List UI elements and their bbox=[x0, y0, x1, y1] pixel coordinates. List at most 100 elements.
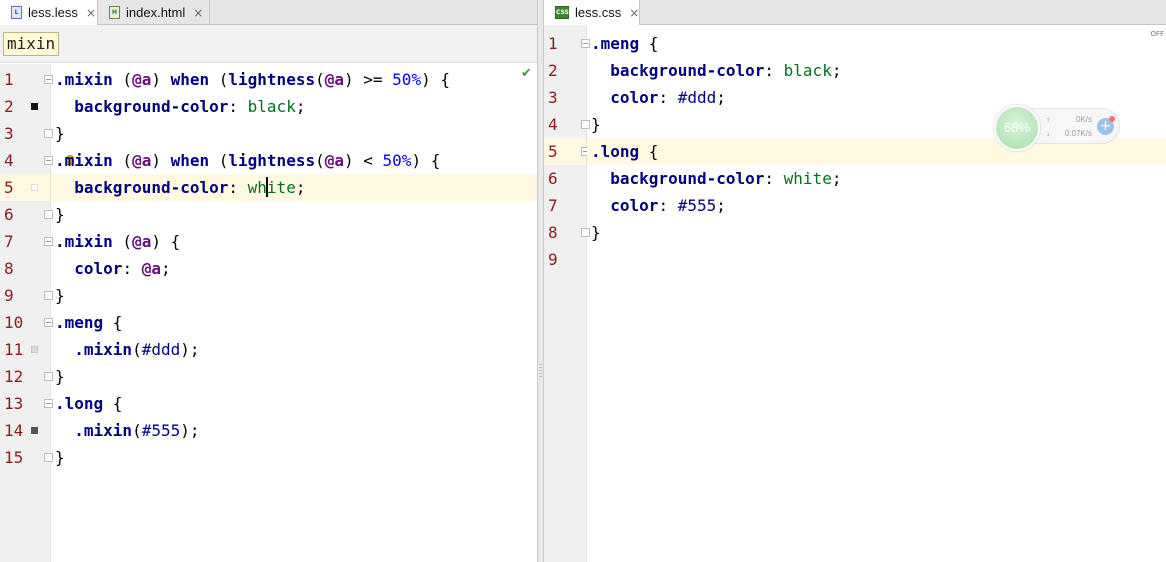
gutter-line[interactable]: 6 bbox=[0, 201, 53, 228]
code-line[interactable]: .mixin (@a) when (lightness(@a) < 50%) { bbox=[51, 147, 537, 174]
gutter-line[interactable]: 9 bbox=[544, 246, 586, 273]
code-line[interactable]: } bbox=[51, 201, 537, 228]
code-text[interactable]: .long { bbox=[591, 138, 658, 165]
code-line[interactable]: .mixin(#555); bbox=[51, 417, 537, 444]
code-line[interactable]: .mixin(#ddd); bbox=[51, 336, 537, 363]
breadcrumb-item-mixin[interactable]: mixin bbox=[3, 32, 60, 56]
gutter-line[interactable]: 12 bbox=[0, 363, 53, 390]
code-line[interactable]: .meng { bbox=[587, 30, 1166, 57]
gutter-line[interactable]: 1 bbox=[544, 30, 590, 57]
gutter-line[interactable]: 8 bbox=[544, 219, 590, 246]
code-line[interactable]: background-color: white; bbox=[587, 165, 1166, 192]
code-text[interactable]: } bbox=[55, 363, 65, 390]
gutter-line[interactable]: 5 bbox=[544, 138, 590, 165]
code-text[interactable]: background-color: white; bbox=[591, 165, 841, 192]
gutter-line[interactable]: 2 bbox=[0, 93, 50, 120]
gutter-line[interactable]: 13 bbox=[0, 390, 53, 417]
code-line[interactable]: .mixin (@a) when (lightness(@a) >= 50%) … bbox=[51, 66, 537, 93]
code-text[interactable]: .meng { bbox=[55, 309, 122, 336]
code-area[interactable]: .mixin (@a) when (lightness(@a) >= 50%) … bbox=[51, 64, 537, 562]
code-text[interactable]: color: #ddd; bbox=[591, 84, 726, 111]
close-icon[interactable]: × bbox=[86, 6, 96, 20]
gutter-line[interactable]: 4 bbox=[544, 111, 590, 138]
line-number-gutter[interactable]: 1 2 3 4 5 6 7 8 9 bbox=[544, 25, 590, 562]
code-text[interactable]: background-color: white; bbox=[55, 174, 305, 201]
line-number-gutter[interactable]: 1 2 3 4 5 6 7 8 9 10 11 12 13 14 15 bbox=[0, 64, 74, 562]
code-text[interactable]: .mixin (@a) when (lightness(@a) < 50%) { bbox=[55, 147, 440, 174]
line-number: 7 bbox=[4, 232, 14, 251]
code-token: background-color bbox=[610, 169, 765, 188]
tab-index-html[interactable]: H index.html × bbox=[98, 0, 210, 25]
off-label[interactable]: OFF bbox=[1150, 30, 1164, 38]
gutter-line[interactable]: 5 bbox=[0, 174, 50, 201]
code-token: ; bbox=[295, 178, 306, 197]
inspection-ok-icon[interactable]: ✔ bbox=[521, 66, 532, 81]
code-token: ) { bbox=[421, 70, 450, 89]
tab-less-css[interactable]: CSS less.css × bbox=[544, 0, 640, 25]
change-marker-icon[interactable] bbox=[31, 103, 38, 110]
code-line[interactable]: background-color: white; bbox=[51, 174, 537, 201]
code-text[interactable]: color: @a; bbox=[55, 255, 170, 282]
gutter-line[interactable]: 3 bbox=[544, 84, 586, 111]
gutter-line[interactable]: 10 bbox=[0, 309, 53, 336]
gutter-line[interactable]: 6 bbox=[544, 165, 586, 192]
code-text[interactable]: } bbox=[591, 111, 601, 138]
code-line[interactable]: } bbox=[51, 444, 537, 471]
notification-dot-icon bbox=[1109, 116, 1115, 122]
code-text[interactable]: background-color: black; bbox=[591, 57, 841, 84]
gutter-line[interactable]: 7 bbox=[544, 192, 586, 219]
code-line[interactable]: background-color: black; bbox=[587, 57, 1166, 84]
close-icon[interactable]: × bbox=[193, 6, 203, 20]
code-text[interactable]: color: #555; bbox=[591, 192, 726, 219]
code-line[interactable]: } bbox=[51, 363, 537, 390]
code-token: ( bbox=[209, 70, 229, 89]
code-line[interactable]: .long { bbox=[51, 390, 537, 417]
tab-less-less[interactable]: L less.less × bbox=[0, 0, 98, 25]
code-text[interactable]: .long { bbox=[55, 390, 122, 417]
code-line[interactable]: } bbox=[51, 282, 537, 309]
code-text[interactable]: .meng { bbox=[591, 30, 658, 57]
code-text[interactable]: } bbox=[591, 219, 601, 246]
code-text[interactable]: .mixin (@a) { bbox=[55, 228, 180, 255]
code-token: .mixin bbox=[55, 151, 113, 170]
code-line[interactable]: .meng { bbox=[51, 309, 537, 336]
network-speed-widget[interactable]: ↑ 0K/s ↓ 0.07K/s 68% + bbox=[994, 105, 1120, 151]
code-line[interactable]: background-color: black; bbox=[51, 93, 537, 120]
change-marker-icon[interactable] bbox=[31, 346, 38, 353]
code-line[interactable] bbox=[587, 246, 1166, 273]
splitter-grip-icon[interactable] bbox=[539, 364, 542, 378]
close-icon[interactable]: × bbox=[629, 6, 639, 20]
gutter-line[interactable]: 11 bbox=[0, 336, 50, 363]
gutter-line[interactable]: 8 bbox=[0, 255, 50, 282]
gutter-line[interactable]: 3 bbox=[0, 120, 53, 147]
code-text[interactable]: } bbox=[55, 120, 65, 147]
gutter-line[interactable]: 4 bbox=[0, 147, 74, 174]
editor-splitter[interactable] bbox=[537, 0, 544, 562]
code-line[interactable]: } bbox=[587, 219, 1166, 246]
code-text[interactable]: .mixin (@a) when (lightness(@a) >= 50%) … bbox=[55, 66, 450, 93]
code-text[interactable]: .mixin(#ddd); bbox=[55, 336, 199, 363]
gutter-line[interactable]: 9 bbox=[0, 282, 53, 309]
gutter-line[interactable]: 14 bbox=[0, 417, 50, 444]
code-token: background-color bbox=[74, 178, 229, 197]
code-text[interactable]: } bbox=[55, 282, 65, 309]
code-token: { bbox=[103, 394, 123, 413]
line-number: 8 bbox=[548, 223, 558, 242]
change-marker-icon[interactable] bbox=[31, 184, 38, 191]
code-text[interactable]: background-color: black; bbox=[55, 93, 305, 120]
gutter-line[interactable]: 15 bbox=[0, 444, 53, 471]
code-token: lightness bbox=[228, 151, 316, 170]
change-marker-icon[interactable] bbox=[31, 427, 38, 434]
code-line[interactable]: color: #555; bbox=[587, 192, 1166, 219]
code-token: { bbox=[639, 142, 659, 161]
code-text[interactable]: } bbox=[55, 444, 65, 471]
code-text[interactable]: } bbox=[55, 201, 65, 228]
code-line[interactable]: .mixin (@a) { bbox=[51, 228, 537, 255]
code-line[interactable]: } bbox=[51, 120, 537, 147]
gutter-line[interactable]: 1 bbox=[0, 66, 53, 93]
memory-usage-circle[interactable]: 68% bbox=[994, 105, 1040, 151]
code-line[interactable]: color: @a; bbox=[51, 255, 537, 282]
gutter-line[interactable]: 7 bbox=[0, 228, 53, 255]
gutter-line[interactable]: 2 bbox=[544, 57, 586, 84]
code-text[interactable]: .mixin(#555); bbox=[55, 417, 199, 444]
